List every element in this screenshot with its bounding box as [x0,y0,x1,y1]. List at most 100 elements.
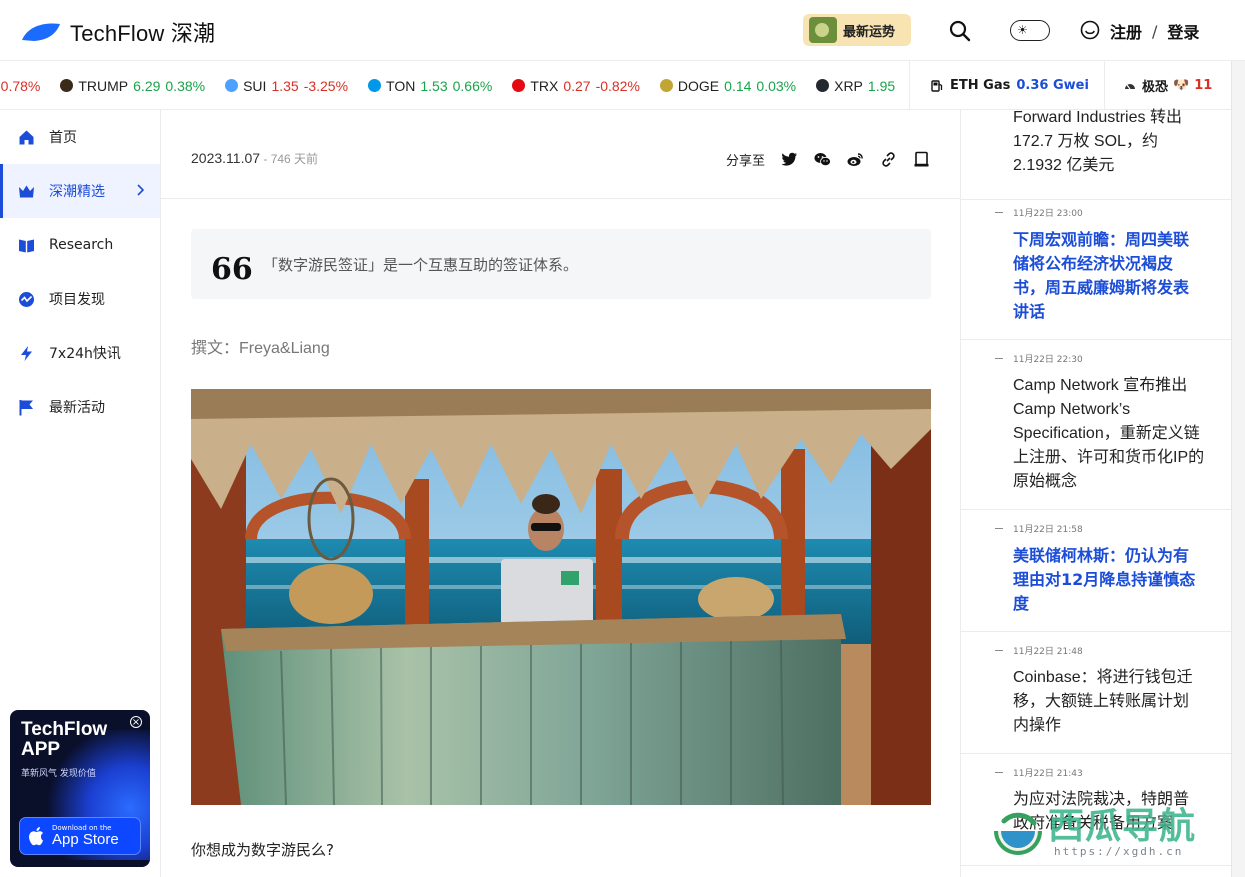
close-icon[interactable]: × [130,716,142,728]
ticker-symbol: TRUMP [78,77,129,94]
price-ticker: -0.78% TRUMP 6.29 0.38% SUI 1.35 -3.25% TON 1.53… [0,61,1245,110]
gas-value: 0.36 Gwei [1016,78,1089,93]
ticker-item[interactable]: TON 1.53 0.66% [368,78,492,94]
feed-item-title[interactable]: Forward Industries 转出 172.7 万枚 SOL，约 2.1… [1013,106,1208,178]
user-icon[interactable] [1080,20,1100,40]
search-icon[interactable] [948,19,972,43]
techflow-logo-icon [22,23,60,41]
weibo-icon[interactable] [847,151,864,168]
doge-face-icon: 🐶 [1173,78,1190,93]
ticker-price: 1.35 [271,77,299,94]
sidebar-item-newsflash[interactable]: 7x24h快讯 [0,326,160,380]
feed-item-title[interactable]: 为应对法院裁决，特朗普政府准备关税备用方案 [1013,788,1203,836]
poster-icon[interactable] [913,151,930,168]
sidebar-item-label: Research [49,237,114,253]
eth-gas-widget[interactable]: ETH Gas 0.36 Gwei [909,61,1104,109]
brand-logo[interactable]: TechFlow 深潮 [20,16,215,48]
feed-divider [961,509,1231,510]
twitter-icon[interactable] [781,151,798,168]
sidebar-item-discover[interactable]: 项目发现 [0,272,160,326]
feed-item-title[interactable]: 美联储柯林斯：仍认为有理由对12月降息持谨慎态度 [1013,544,1203,616]
sidebar-item-label: 首页 [49,130,77,146]
sidebar-item-label: 7x24h快讯 [49,346,121,362]
ticker-symbol: TRX [530,77,559,94]
sidebar-item-home[interactable]: 首页 [0,110,160,164]
top-header: TechFlow 深潮 最新运势 ☀ 注册 / 登录 [0,0,1245,61]
ticker-symbol: TON [386,77,416,94]
app-download-card[interactable]: TechFlow APP 革新风气 发现价值 × Download on the… [10,710,150,867]
timeline-dash [995,212,1003,213]
timeline-dash [995,650,1003,651]
app-card-title-line1: TechFlow [21,719,108,740]
apple-icon [29,827,44,846]
article-ago: - 746 天前 [260,152,319,166]
coin-icon [816,79,830,92]
fear-label: 极恐 [1142,80,1169,95]
sidebar-item-events[interactable]: 最新活动 [0,380,160,434]
coin-icon [60,79,74,92]
timeline-dash [995,772,1003,773]
feed-overlay: Forward Industries 转出 172.7 万枚 SOL，约 2.1… [961,109,1231,877]
store-text: Download on the App Store [52,824,119,848]
fortune-promo-button[interactable]: 最新运势 [803,14,911,46]
sidebar-item-label: 最新活动 [49,400,105,416]
article-date: 2023.11.07 [191,150,261,166]
ticker-price: 0.14 [724,77,752,94]
chevron-right-icon [137,184,145,196]
sun-icon: ☀ [1017,23,1028,37]
ticker-price: 6.29 [133,77,161,94]
feed-divider [961,631,1231,632]
article-main: 2023.11.07 - 746 天前 分享至 66 「数字游民签证」是一个互惠… [161,110,961,877]
ticker-change: -0.82% [595,77,640,94]
feed-item-time: 11月22日 21:43 [1013,769,1083,779]
link-icon[interactable] [880,151,897,168]
feed-divider [961,753,1231,754]
sidebar-item-label: 深潮精选 [49,184,105,200]
theme-toggle[interactable]: ☀ [1010,20,1050,41]
wechat-icon[interactable] [814,151,831,168]
ticker-item[interactable]: XRP 1.95 [816,78,895,94]
app-card-slogan: 革新风气 发现价值 [21,769,96,779]
ticker-item[interactable]: -0.78% [0,78,40,94]
ticker-change: 0.66% [452,77,493,94]
login-link[interactable]: 登录 [1167,19,1199,43]
article-summary-quote: 66 「数字游民签证」是一个互惠互助的签证体系。 [191,229,931,299]
ticker-item[interactable]: SUI 1.35 -3.25% [225,78,348,94]
auth-separator: / [1152,21,1158,41]
gauge-icon [1125,83,1135,89]
feed-item-title[interactable]: Camp Network 宣布推出 Camp Network’s Specifi… [1013,374,1205,494]
ticker-item[interactable]: TRUMP 6.29 0.38% [60,78,205,94]
quote-mark-icon: 66 [211,252,253,287]
meta-divider [161,198,960,199]
feed-item-title[interactable]: 下周宏观前瞻：周四美联储将公布经济状况褐皮书，周五威廉姆斯将发表讲话 [1013,228,1203,324]
fear-greed-widget[interactable]: 极恐 🐶 11 [1104,61,1231,109]
app-store-button[interactable]: Download on the App Store [19,817,141,855]
fear-value: 11 [1194,78,1213,93]
ticker-symbol: DOGE [677,77,720,94]
feed-item-title[interactable]: Coinbase：将进行钱包迁移，大额链上转账属计划内操作 [1013,666,1203,738]
gas-label: ETH Gas [950,78,1011,93]
ticker-symbol: XRP [834,77,863,94]
timeline-dash [995,358,1003,359]
ticker-change: -0.78% [0,77,41,94]
coin-icon [659,79,673,92]
article-meta: 2023.11.07 - 746 天前 [191,150,318,167]
page-scrollbar[interactable] [1231,61,1245,877]
store-big-text: App Store [52,831,119,848]
ticker-item[interactable]: DOGE 0.14 0.03% [659,77,796,94]
home-icon [19,130,34,144]
ticker-item[interactable]: TRX 0.27 -0.82% [512,78,640,94]
share-label: 分享至 [725,154,765,169]
discover-icon [19,291,34,307]
flag-icon [19,399,33,415]
ticker-price: 0.27 [563,77,591,94]
sidebar-item-research[interactable]: Research [0,218,160,272]
article-author: 撰文：Freya&Liang [191,340,330,357]
ticker-price: 1.53 [420,77,448,94]
left-sidebar: 首页 深潮精选 Research 项目发现 7x24h快讯 最新活动 TechF… [0,110,161,877]
register-link[interactable]: 注册 [1110,19,1142,43]
feed-divider [961,865,1231,866]
sidebar-item-featured[interactable]: 深潮精选 [0,164,160,218]
auth-links: 注册 / 登录 [1110,19,1199,43]
sidebar-item-label: 项目发现 [49,292,105,308]
